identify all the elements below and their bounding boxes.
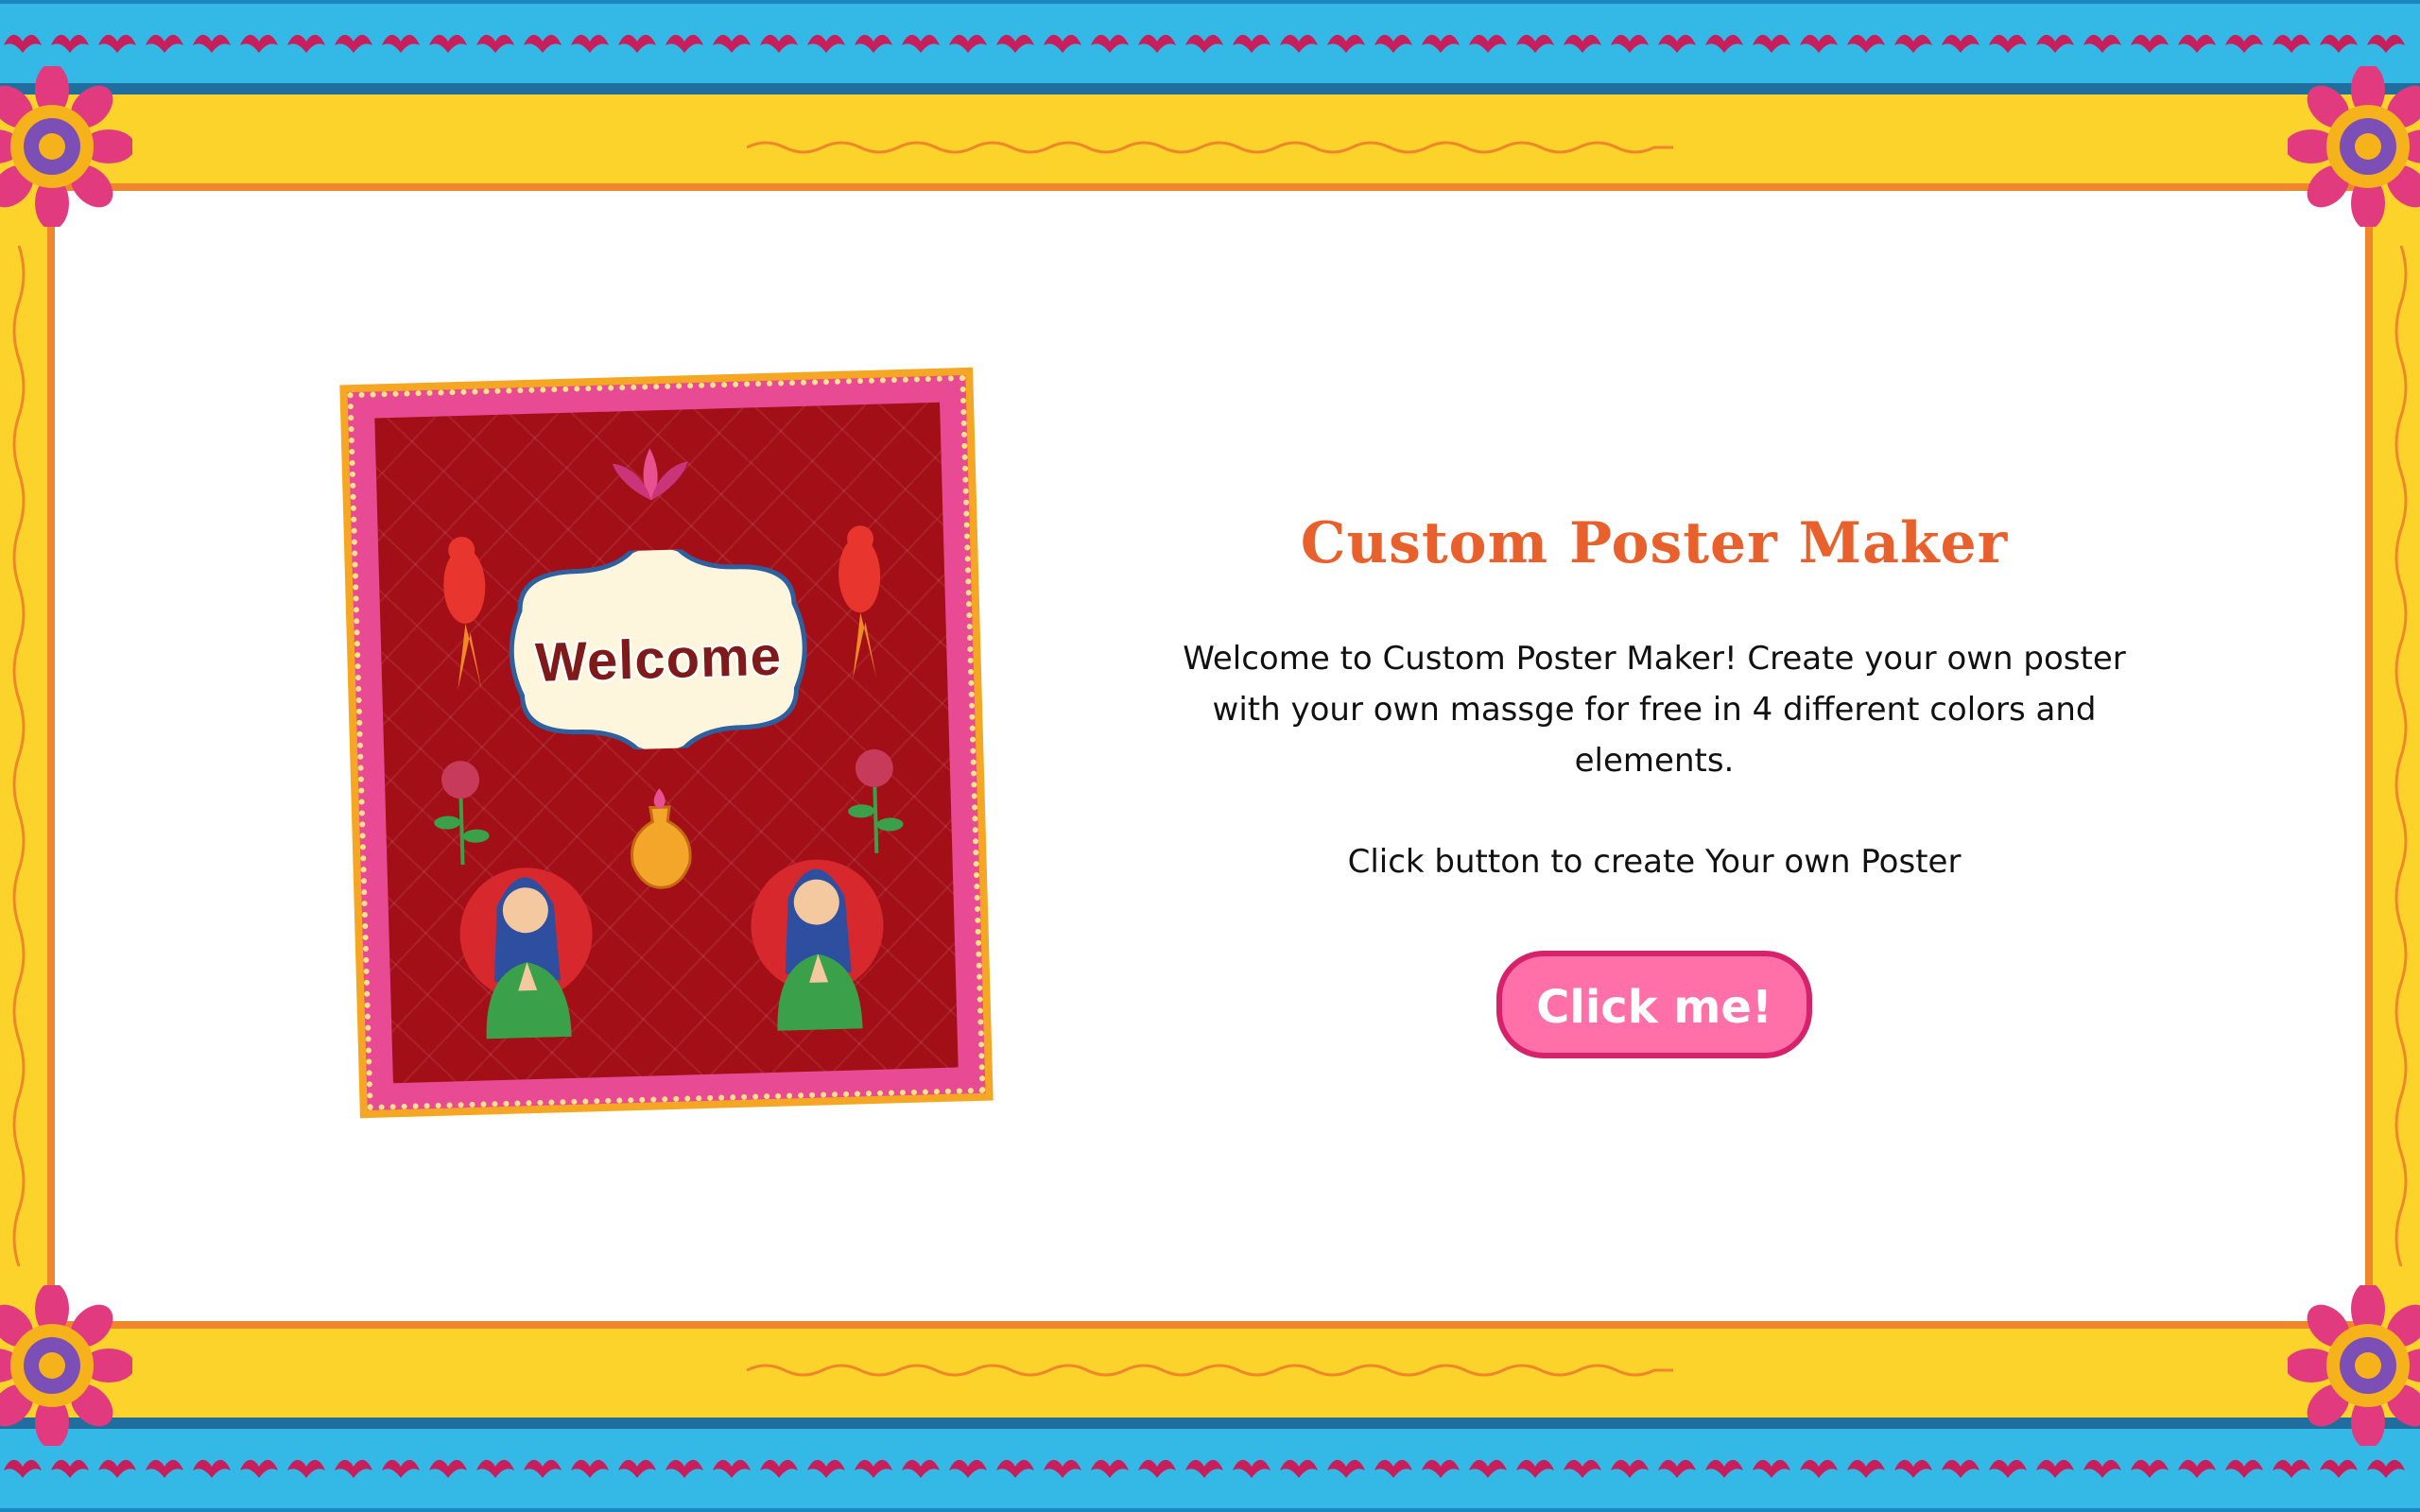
hero-content: Custom Poster Maker Welcome to Custom Po… <box>1134 510 2174 1058</box>
top-lotus-pattern-icon <box>4 34 2405 53</box>
pot-icon <box>631 788 692 889</box>
bottom-lotus-pattern-icon <box>4 1459 2405 1478</box>
poster-red-panel: Welcome <box>374 402 959 1084</box>
corner-flower-icon <box>2288 1285 2420 1446</box>
corner-flower-icon <box>0 1285 132 1446</box>
click-me-button[interactable]: Click me! <box>1496 951 1812 1058</box>
parrot-icon <box>838 525 881 679</box>
poster-welcome-text: Welcome <box>534 625 783 694</box>
cta-instruction-text: Click button to create Your own Poster <box>1347 843 1962 881</box>
bottom-dark-stripe <box>0 1418 2420 1429</box>
top-swirl-divider-icon <box>747 141 1673 154</box>
page-title: Custom Poster Maker <box>1300 510 2009 576</box>
corner-flower-icon <box>2288 66 2420 227</box>
woman-namaste-icon <box>751 859 884 1031</box>
bottom-swirl-divider-icon <box>747 1364 1673 1377</box>
description-text: Welcome to Custom Poster Maker! Create y… <box>1183 640 2126 780</box>
poster-preview-image: Welcome <box>339 367 994 1119</box>
corner-flower-icon <box>0 66 132 227</box>
woman-namaste-icon <box>459 868 593 1040</box>
welcome-plaque: Welcome <box>499 545 817 753</box>
parrot-icon <box>443 536 486 691</box>
left-vine-icon <box>12 246 26 1266</box>
right-vine-icon <box>2394 246 2408 1266</box>
lotus-icon <box>612 448 688 501</box>
top-dark-stripe <box>0 83 2420 94</box>
